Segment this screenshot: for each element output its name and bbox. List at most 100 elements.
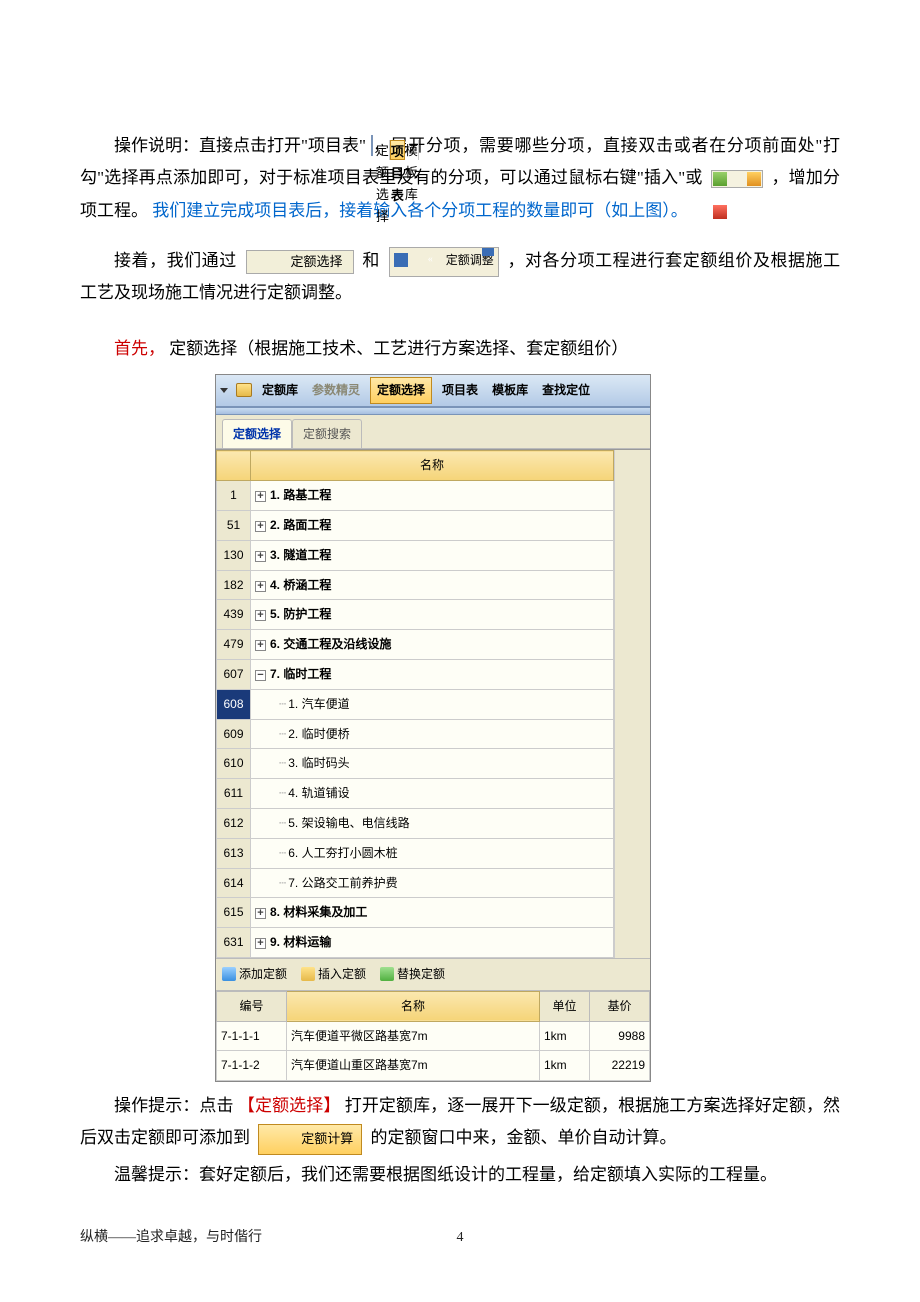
row-number: 608 [217,689,251,719]
paragraph-1: 操作说明：直接点击打开"项目表" 定额选择 项目表 模板库 ，展开分项，需要哪些… [80,130,840,227]
row-label[interactable]: 5. 架设输电、电信线路 [251,808,614,838]
row-label[interactable]: 7. 公路交工前养护费 [251,868,614,898]
row-number: 51 [217,510,251,540]
cell-price: 9988 [590,1021,650,1051]
p1d: 我们建立完成项目表后，接着输入各个分项工程的数量即可（如上图）。 [152,201,688,220]
page-number: 4 [457,1225,464,1252]
row-label[interactable]: +5. 防护工程 [251,600,614,630]
quota-detail-table[interactable]: 编号 名称 单位 基价 7-1-1-1汽车便道平微区路基宽7m1km99887-… [216,991,650,1081]
cell-name: 汽车便道平微区路基宽7m [287,1021,540,1051]
top-tab-quota-select[interactable]: 定额选择 [370,377,432,404]
top-tab-find[interactable]: 查找定位 [538,378,594,403]
expand-icon[interactable]: + [255,908,266,919]
row-label[interactable]: +3. 隧道工程 [251,540,614,570]
row-label[interactable]: +8. 材料采集及加工 [251,898,614,928]
tree-row[interactable]: 479+6. 交通工程及沿线设施 [217,630,614,660]
action-insert-quota[interactable]: 插入定额 [301,963,366,986]
cell-code: 7-1-1-1 [217,1021,287,1051]
paragraph-4: 操作提示：点击 【定额选择】 打开定额库，逐一展开下一级定额，根据施工方案选择好… [80,1090,840,1155]
expand-icon[interactable]: + [255,551,266,562]
h-price: 基价 [590,991,650,1021]
row-number: 614 [217,868,251,898]
quota-calc-button[interactable]: 定额计算 [258,1124,362,1155]
insert-icon[interactable] [713,172,727,186]
row-number: 609 [217,719,251,749]
action-replace-quota[interactable]: 替换定额 [380,963,445,986]
p4a: 操作提示：点击 [114,1096,234,1115]
tab-quota-select[interactable]: 定额选择 [376,140,390,160]
p4b: 【定额选择】 [238,1096,341,1115]
label-quota-lib[interactable]: 定额库 [258,378,302,403]
top-tab-template[interactable]: 模板库 [488,378,532,403]
action-add-quota[interactable]: 添加定额 [222,963,287,986]
collapse-icon[interactable]: − [255,670,266,681]
row-label[interactable]: 3. 临时码头 [251,749,614,779]
row-label[interactable]: 2. 临时便桥 [251,719,614,749]
paragraph-5: 温馨提示：套好定额后，我们还需要根据图纸设计的工程量，给定额填入实际的工程量。 [80,1159,840,1191]
tree-row[interactable]: 607−7. 临时工程 [217,659,614,689]
row-label[interactable]: −7. 临时工程 [251,659,614,689]
tree-row[interactable]: 439+5. 防护工程 [217,600,614,630]
page-footer: 纵横——追求卓越，与时偕行 4 [80,1225,840,1252]
quota-select-button[interactable]: 定额选择 [246,250,354,274]
sub-tabs: 定额选择 定额搜索 [216,415,650,450]
tree-row[interactable]: 6136. 人工夯打小圆木桩 [217,838,614,868]
row-number: 631 [217,928,251,958]
tree-row[interactable]: 6092. 临时便桥 [217,719,614,749]
row-label[interactable]: +2. 路面工程 [251,510,614,540]
folder-icon [236,383,252,397]
tree-row[interactable]: 130+3. 隧道工程 [217,540,614,570]
row-number: 610 [217,749,251,779]
row-label[interactable]: +9. 材料运输 [251,928,614,958]
paragraph-3: 首先， 定额选择（根据施工技术、工艺进行方案选择、套定额组价） [80,333,840,365]
tab-template-lib[interactable]: 模板库 [405,140,419,160]
row-label[interactable]: 6. 人工夯打小圆木桩 [251,838,614,868]
tree-row[interactable]: 182+4. 桥涵工程 [217,570,614,600]
row-number: 612 [217,808,251,838]
row-label[interactable]: +4. 桥涵工程 [251,570,614,600]
grip-bar[interactable] [216,407,650,415]
quota-actions: 添加定额 插入定额 替换定额 [216,958,650,991]
cell-name: 汽车便道山重区路基宽7m [287,1051,540,1081]
delete-icon[interactable] [713,205,727,219]
top-tab-project[interactable]: 项目表 [438,378,482,403]
row-label[interactable]: +1. 路基工程 [251,481,614,511]
tree-row[interactable]: 6125. 架设输电、电信线路 [217,808,614,838]
p2a: 接着，我们通过 [114,251,237,270]
tab-project-table[interactable]: 项目表 [390,140,405,160]
row-label[interactable]: +6. 交通工程及沿线设施 [251,630,614,660]
dropdown-tri-icon[interactable] [220,388,228,393]
quota-tree-table[interactable]: 名称 1+1. 路基工程51+2. 路面工程130+3. 隧道工程182+4. … [216,450,614,958]
tree-row[interactable]: 6114. 轨道铺设 [217,779,614,809]
tree-row[interactable]: 1+1. 路基工程 [217,481,614,511]
expand-icon[interactable]: + [255,640,266,651]
expand-icon[interactable]: + [255,581,266,592]
dropdown-icon[interactable]: ▾ [482,248,494,256]
tree-row[interactable]: 6103. 临时码头 [217,749,614,779]
detail-row[interactable]: 7-1-1-2汽车便道山重区路基宽7m1km22219 [217,1051,650,1081]
row-label[interactable]: 4. 轨道铺设 [251,779,614,809]
expand-icon[interactable]: + [255,938,266,949]
add-icon[interactable] [747,172,761,186]
tree-row[interactable]: 615+8. 材料采集及加工 [217,898,614,928]
subtab-select[interactable]: 定额选择 [222,419,292,449]
tree-row[interactable]: 6081. 汽车便道 [217,689,614,719]
cell-price: 22219 [590,1051,650,1081]
tree-row[interactable]: 631+9. 材料运输 [217,928,614,958]
subtab-search[interactable]: 定额搜索 [292,419,362,449]
row-number: 182 [217,570,251,600]
tree-row[interactable]: 6147. 公路交工前养护费 [217,868,614,898]
expand-icon[interactable]: + [255,521,266,532]
p4d: 的定额窗口中来，金额、单价自动计算。 [371,1128,677,1147]
expand-icon[interactable]: + [255,610,266,621]
expand-icon[interactable]: + [255,491,266,502]
tree-row[interactable]: 51+2. 路面工程 [217,510,614,540]
detail-row[interactable]: 7-1-1-1汽车便道平微区路基宽7m1km9988 [217,1021,650,1051]
footer-slogan: 纵横——追求卓越，与时偕行 [80,1230,262,1245]
row-number: 607 [217,659,251,689]
col-num [217,451,251,481]
quota-adjust-button[interactable]: ▾ «定额调整 [389,247,499,277]
h-code: 编号 [217,991,287,1021]
row-label[interactable]: 1. 汽车便道 [251,689,614,719]
row-number: 615 [217,898,251,928]
